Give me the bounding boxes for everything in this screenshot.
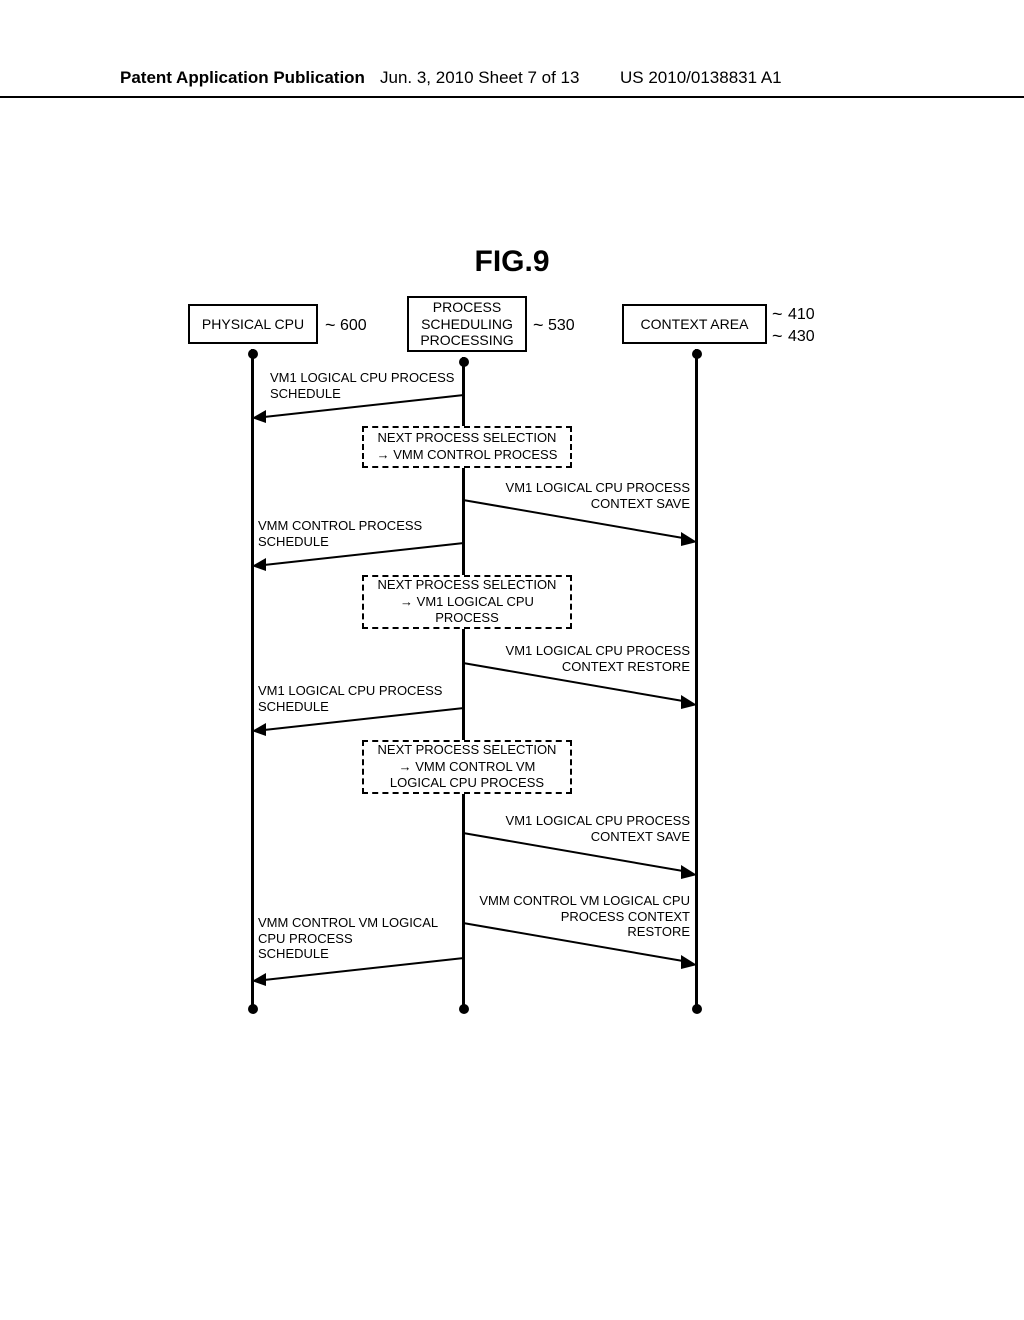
page-header: Patent Application Publication Jun. 3, 2… <box>0 68 1024 98</box>
process-scheduling-box: PROCESS SCHEDULING PROCESSING <box>407 296 527 352</box>
context-area-label: CONTEXT AREA <box>641 316 749 333</box>
figure-title: FIG.9 <box>474 245 549 279</box>
arrow-icon <box>463 833 697 878</box>
arrow-icon <box>463 663 697 708</box>
lifeline-dot <box>248 1004 258 1014</box>
next-process-1: NEXT PROCESS SELECTION → VMM CONTROL PRO… <box>362 426 572 468</box>
next-process-3: NEXT PROCESS SELECTION → VMM CONTROL VM … <box>362 740 572 794</box>
lifeline-dot <box>692 1004 702 1014</box>
process-scheduling-label: PROCESS SCHEDULING PROCESSING <box>420 299 513 349</box>
context-area-ref-430: 430 <box>788 328 815 346</box>
header-center: Jun. 3, 2010 Sheet 7 of 13 <box>380 68 579 88</box>
tilde-icon: ~ <box>772 304 783 325</box>
physical-cpu-label: PHYSICAL CPU <box>202 316 304 333</box>
process-scheduling-ref: 530 <box>548 317 575 335</box>
header-left: Patent Application Publication <box>120 68 365 88</box>
context-area-ref-410: 410 <box>788 306 815 324</box>
arrow-icon <box>252 958 464 988</box>
physical-cpu-ref: 600 <box>340 317 367 335</box>
lifeline-dot <box>459 1004 469 1014</box>
tilde-icon: ~ <box>533 315 544 336</box>
context-area-box: CONTEXT AREA <box>622 304 767 344</box>
header-right: US 2010/0138831 A1 <box>620 68 782 88</box>
arrow-icon <box>463 500 697 545</box>
arrow-icon <box>252 395 464 425</box>
arrow-icon <box>463 923 697 968</box>
msg-vmm-control-vm-schedule: VMM CONTROL VM LOGICAL CPU PROCESS SCHED… <box>258 915 438 962</box>
arrow-icon <box>252 543 464 573</box>
arrow-icon <box>252 708 464 738</box>
next-process-2: NEXT PROCESS SELECTION → VM1 LOGICAL CPU… <box>362 575 572 629</box>
tilde-icon: ~ <box>325 315 336 336</box>
physical-cpu-box: PHYSICAL CPU <box>188 304 318 344</box>
physical-cpu-lifeline <box>251 349 254 1009</box>
tilde-icon: ~ <box>772 326 783 347</box>
